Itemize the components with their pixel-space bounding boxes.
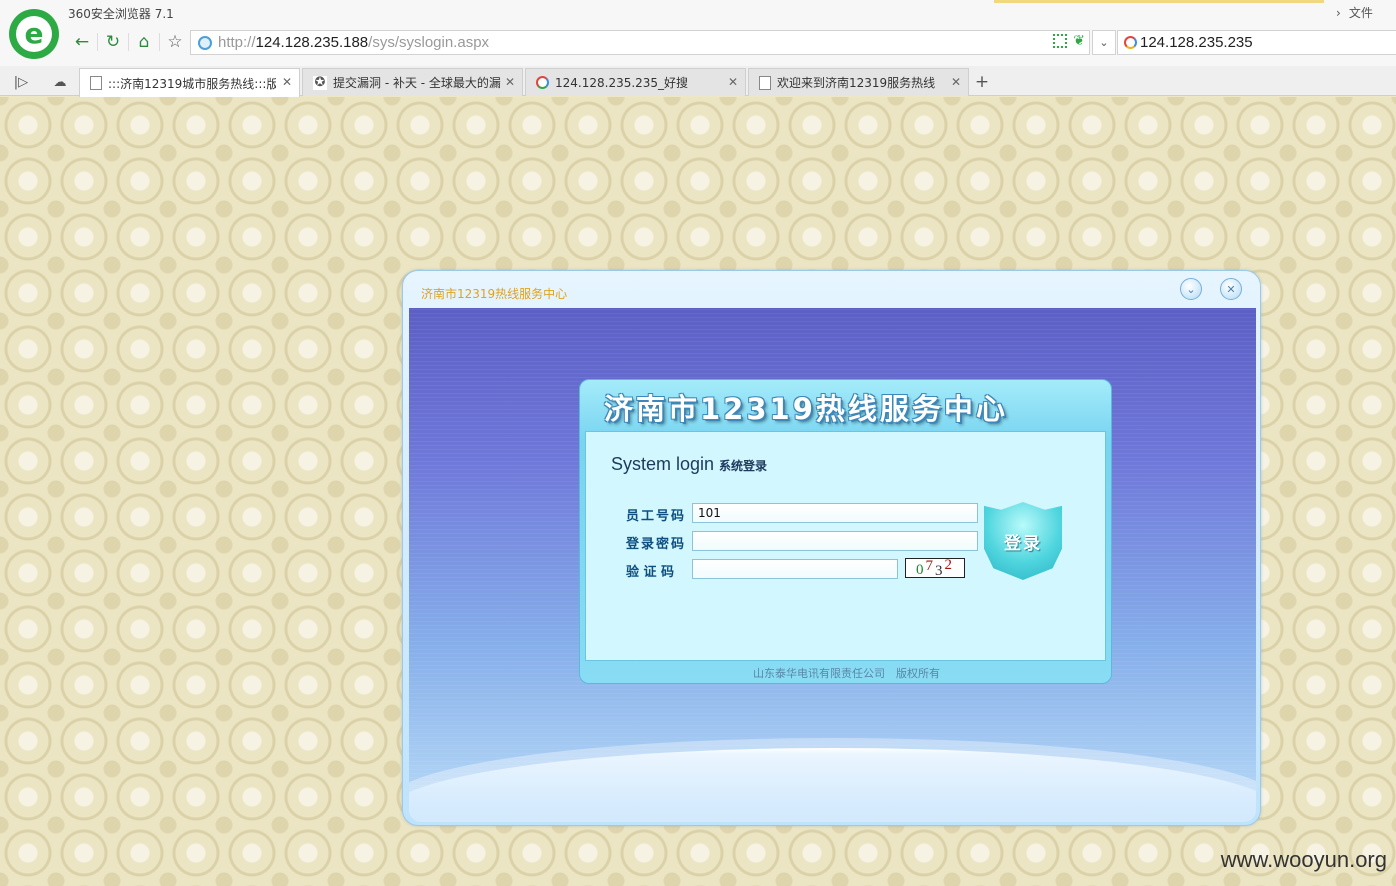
refresh-button[interactable]: ↻ [100,30,126,54]
login-form: System login 系统登录 员工号码 101 登录密码 验 证 码 07… [585,431,1106,661]
page-icon [759,75,771,90]
refresh-icon: ↻ [105,31,121,52]
tab-label: 欢迎来到济南12319服务热线 [777,76,936,90]
tab-welcome[interactable]: 欢迎来到济南12319服务热线 ✕ [748,68,969,96]
browser-logo[interactable]: e [9,9,59,59]
close-icon[interactable]: ✕ [282,75,292,89]
tab-active[interactable]: :::济南12319城市服务热线:::版权 ✕ [79,68,300,97]
tab-label: :::济南12319城市服务热线:::版权 [108,76,276,91]
sidebar-toggle-icon[interactable]: |▷ [11,72,31,92]
nav-divider [97,33,98,51]
window-title: 济南市12319热线服务中心 [421,287,568,301]
file-menu-label: 文件 [1348,6,1373,20]
login-window: 济南市12319热线服务中心 ⌄ ✕ 济南市12319热线服务中心 System… [402,270,1261,826]
search-input[interactable]: 124.128.235.235 [1117,30,1396,55]
address-bar[interactable]: http://124.128.235.188/sys/syslogin.aspx… [190,30,1090,55]
url-dropdown-button[interactable]: ⌄ [1092,30,1116,55]
minimize-button[interactable]: ⌄ [1180,278,1202,300]
browser-toolbar: e 360安全浏览器 7.1 › 文件 ← ↻ ⌂ ☆ http://124.1… [0,0,1396,66]
password-field[interactable] [692,531,978,551]
login-heading: System login 系统登录 [611,454,767,475]
search-engine-icon [1124,36,1137,49]
back-arrow-icon: ← [74,31,90,52]
copyright: 山东泰华电讯有限责任公司 版权所有 [753,667,940,680]
close-icon[interactable]: ✕ [505,75,515,89]
captcha-label: 验 证 码 [626,565,675,580]
window-body: 济南市12319热线服务中心 System login 系统登录 员工号码 10… [409,308,1256,822]
home-icon: ⌂ [138,31,150,52]
new-tab-button[interactable]: + [972,72,992,92]
watermark: www.wooyun.org [1220,847,1387,872]
qr-code-icon[interactable] [1053,34,1068,48]
tab-bar: |▷ ☁ :::济南12319城市服务热线:::版权 ✕ ✪ 提交漏洞 - 补天… [0,66,1396,97]
toolbar-accent [994,0,1324,3]
heading-zh: 系统登录 [719,459,768,473]
leaf-icon[interactable]: ❦ [1073,34,1085,48]
close-icon[interactable]: ✕ [951,75,961,89]
logo-e-icon: e [16,16,52,52]
star-icon: ☆ [167,31,183,52]
login-panel: 济南市12319热线服务中心 System login 系统登录 员工号码 10… [579,379,1112,684]
tab-search[interactable]: 124.128.235.235_好搜 ✕ [525,68,746,96]
cloud-icon[interactable]: ☁ [50,72,70,92]
search-value: 124.128.235.235 [1140,34,1253,51]
file-menu[interactable]: › 文件 [1336,4,1373,21]
home-button[interactable]: ⌂ [131,30,157,54]
panel-banner: 济南市12319热线服务中心 [604,392,1008,426]
nav-divider [159,33,160,51]
tab-label: 提交漏洞 - 补天 - 全球最大的漏洞 [333,76,501,90]
employee-id-field[interactable]: 101 [692,503,978,523]
chevron-right-icon: › [1336,5,1341,20]
globe-icon [198,35,212,50]
nav-divider [128,33,129,51]
close-icon[interactable]: ✕ [728,75,738,89]
page-icon [90,76,102,90]
url-text: http://124.128.235.188/sys/syslogin.aspx [218,34,490,51]
back-button[interactable]: ← [69,30,95,54]
plus-icon: + [974,72,990,92]
star-icon: ✪ [313,74,327,90]
close-button[interactable]: ✕ [1220,278,1242,300]
app-title: 360安全浏览器 7.1 [68,7,174,21]
password-label: 登录密码 [626,537,687,552]
favorite-button[interactable]: ☆ [162,30,188,54]
close-icon: ✕ [1226,282,1236,296]
heading-en: System login [611,454,715,474]
chevron-down-icon: ⌄ [1099,36,1109,49]
captcha-image[interactable]: 0732 [905,557,965,579]
employee-label: 员工号码 [626,509,687,524]
login-button-label: 登录 [1004,533,1042,554]
chevron-down-icon: ⌄ [1186,282,1196,296]
tab-label: 124.128.235.235_好搜 [555,76,689,90]
login-button[interactable]: 登录 [984,502,1062,580]
captcha-field[interactable] [692,559,898,579]
tab-butian[interactable]: ✪ 提交漏洞 - 补天 - 全球最大的漏洞 ✕ [302,68,523,96]
search-icon [536,76,549,89]
